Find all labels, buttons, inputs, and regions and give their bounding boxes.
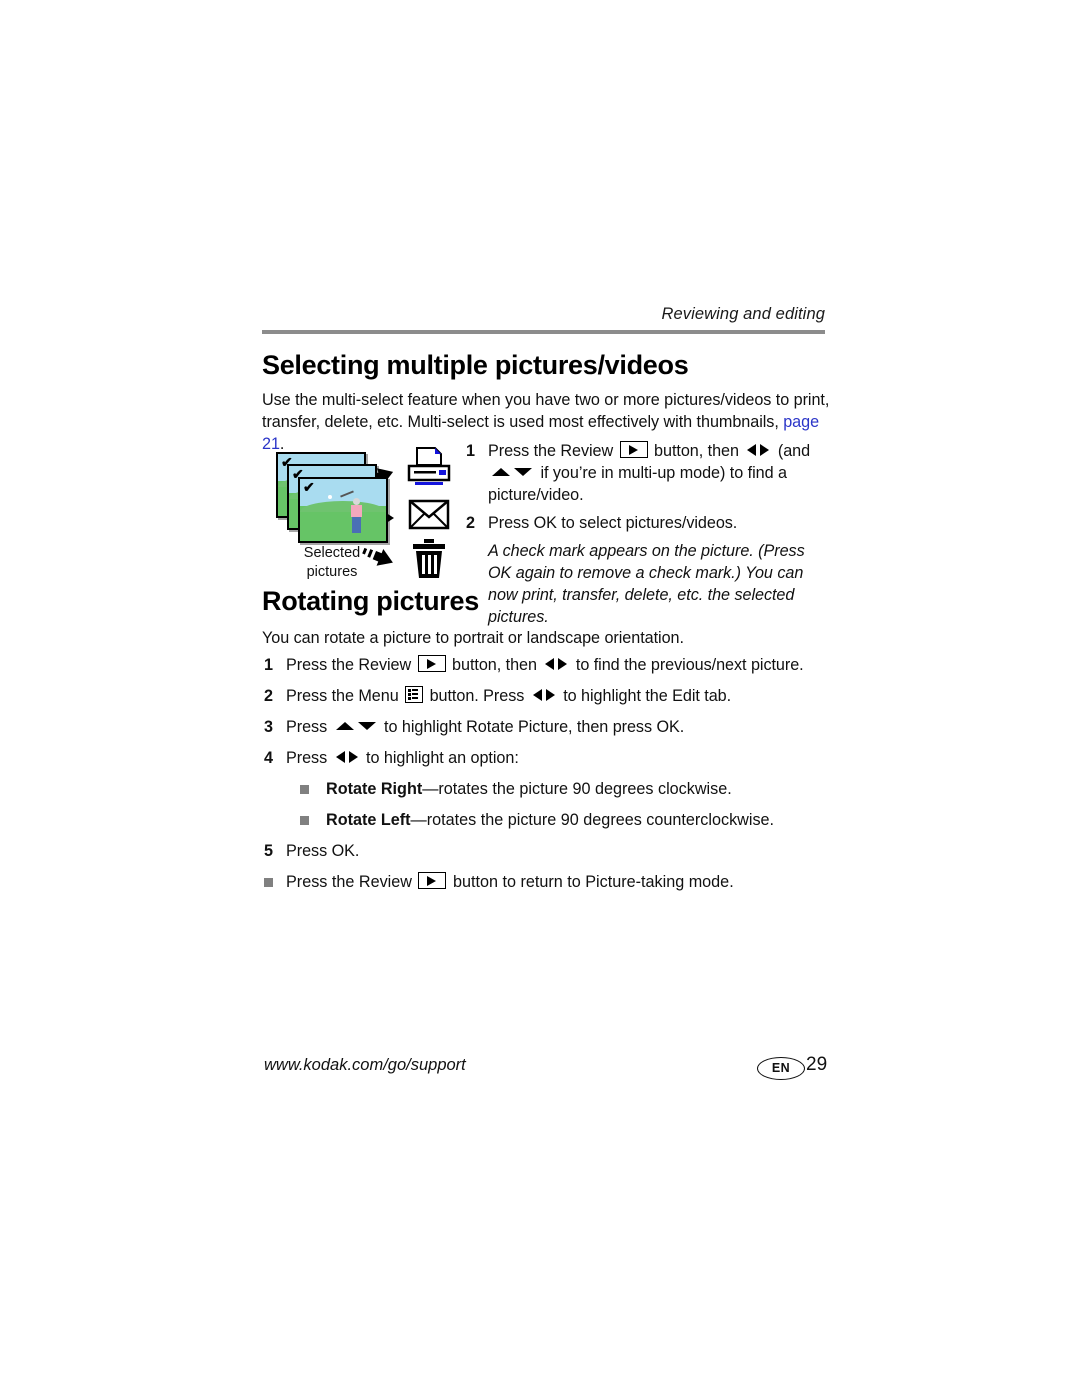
square-bullet-icon — [300, 785, 309, 794]
square-bullet-icon — [300, 816, 309, 825]
left-right-arrows-icon — [531, 688, 557, 705]
step-text-b: button, then — [447, 656, 542, 674]
final-bullet-text-b: button to return to Picture-taking mode. — [448, 873, 734, 891]
step-text-a: Press — [286, 718, 332, 736]
selection-checkmark: ✔ — [303, 479, 315, 495]
review-button-icon — [418, 872, 447, 889]
step-text-a: Press OK to select pictures/videos. — [488, 514, 738, 532]
selecting-step-2: 2 Press OK to select pictures/videos. — [466, 512, 826, 534]
step-number: 2 — [264, 687, 273, 705]
step-text-b: button. Press — [425, 687, 529, 705]
rotate-option-label: Rotate Right — [326, 780, 423, 798]
selected-pictures-figure: ✔ ✔ ✔ Selected pictures — [268, 446, 459, 583]
step-number: 1 — [466, 442, 475, 460]
step-text-a: Press OK. — [286, 842, 360, 860]
step-number: 5 — [264, 842, 273, 860]
trash-icon — [401, 538, 457, 580]
rotate-options-list: Rotate Right—rotates the picture 90 degr… — [264, 778, 844, 831]
section-heading-selecting: Selecting multiple pictures/videos — [262, 350, 689, 380]
step-text-b: to highlight Rotate Picture, then press … — [379, 718, 685, 736]
photo-thumbnail: ✔ — [298, 477, 388, 543]
left-right-arrows-icon — [543, 657, 569, 674]
figure-action-icons — [401, 446, 459, 578]
running-header-title: Reviewing and editing — [661, 305, 825, 323]
up-down-arrows-icon — [334, 719, 378, 736]
step-number: 2 — [466, 514, 475, 532]
golfer-torso — [351, 505, 362, 517]
step-text-a: Press — [286, 749, 332, 767]
left-right-arrows-icon — [745, 443, 771, 460]
step-number: 4 — [264, 749, 273, 767]
step-text-c: to highlight the Edit tab. — [558, 687, 732, 705]
footer-page-number: 29 — [806, 1054, 828, 1075]
step-text-c: to find the previous/next picture. — [571, 656, 804, 674]
header-divider-rule — [262, 330, 825, 334]
golfer-legs — [352, 517, 361, 533]
intro-text-before-link: Use the multi-select feature when you ha… — [262, 391, 830, 431]
rotating-step-1: 1 Press the Review button, then to find t… — [264, 654, 844, 676]
review-button-icon — [417, 655, 446, 672]
rotating-step-2: 2 Press the Menu button. Press to highlig… — [264, 685, 844, 707]
footer-language-badge: EN — [757, 1057, 805, 1080]
review-button-icon — [619, 441, 648, 458]
rotate-option-description: —rotates the picture 90 degrees clockwis… — [422, 780, 732, 798]
golfer-head — [353, 498, 360, 505]
square-bullet-icon — [264, 878, 273, 887]
rotate-option-right: Rotate Right—rotates the picture 90 degr… — [300, 778, 844, 800]
step-text-b: button, then — [649, 442, 744, 460]
envelope-icon — [401, 496, 457, 534]
menu-button-icon — [405, 686, 424, 703]
rotating-step-5: 5 Press OK. — [264, 840, 844, 862]
step-number: 3 — [264, 718, 273, 736]
step-text-a: Press the Review — [488, 442, 618, 460]
step-text-c: (and — [773, 442, 811, 460]
up-down-arrows-icon — [490, 465, 534, 482]
section-heading-rotating: Rotating pictures — [262, 586, 479, 616]
running-header: Reviewing and editing — [262, 306, 825, 324]
rotating-final-bullet: Press the Review button to return to Pic… — [264, 871, 844, 893]
left-right-arrows-icon — [334, 750, 360, 767]
final-bullet-text-a: Press the Review — [286, 873, 417, 891]
footer-support-url[interactable]: www.kodak.com/go/support — [264, 1056, 466, 1075]
arrow-down-right-icon — [359, 540, 399, 573]
document-page: Reviewing and editing Selecting multiple… — [0, 0, 1080, 1397]
step-text-a: Press the Review — [286, 656, 416, 674]
selecting-step-1: 1 Press the Review button, then (and if y… — [466, 440, 826, 506]
rotate-option-label: Rotate Left — [326, 811, 411, 829]
selecting-note: A check mark appears on the picture. (Pr… — [488, 542, 805, 626]
rotating-steps-list: 1 Press the Review button, then to find t… — [264, 654, 844, 893]
rotating-step-3: 3 Press to highlight Rotate Picture, then… — [264, 716, 844, 738]
golf-ball — [328, 495, 332, 499]
step-text-a: Press the Menu — [286, 687, 404, 705]
rotate-option-left: Rotate Left—rotates the picture 90 degre… — [300, 809, 844, 831]
step-number: 1 — [264, 656, 273, 674]
rotating-step-4: 4 Press to highlight an option: — [264, 747, 844, 769]
rotate-option-description: —rotates the picture 90 degrees counterc… — [410, 811, 775, 829]
step-text-b: to highlight an option: — [361, 749, 519, 767]
selecting-steps-list: 1 Press the Review button, then (and if y… — [466, 440, 826, 628]
rotating-intro-paragraph: You can rotate a picture to portrait or … — [262, 629, 684, 647]
printer-icon — [401, 446, 457, 492]
